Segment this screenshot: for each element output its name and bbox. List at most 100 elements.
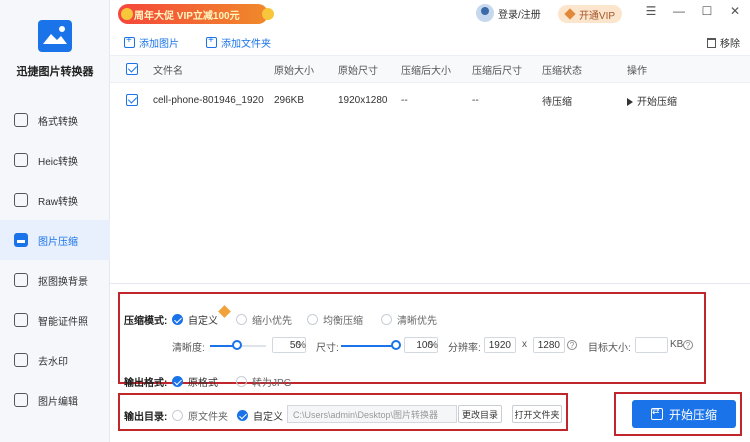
menu-icon[interactable]: ☰ [642, 4, 660, 18]
sidebar-item-label: Raw转换 [38, 196, 79, 208]
remove-button[interactable]: 移除 [707, 35, 740, 50]
size-slider-handle[interactable] [391, 340, 401, 350]
sidebar-item-format[interactable]: 格式转换 [0, 100, 110, 140]
help-icon[interactable]: ? [567, 340, 577, 350]
close-icon[interactable]: ✕ [726, 4, 744, 18]
radio-icon [307, 314, 318, 325]
sidebar-item-label: 格式转换 [38, 116, 78, 128]
sidebar-item-heic[interactable]: Heic转换 [0, 140, 110, 180]
cell-filename: cell-phone-801946_1920 [153, 94, 264, 106]
promo-text: 周年大促 VIP立减100元 [134, 10, 240, 22]
mode-small-radio[interactable]: 缩小优先 [236, 312, 292, 327]
format-original-radio[interactable]: 原格式 [172, 374, 218, 389]
resolution-label: 分辨率: [448, 343, 481, 354]
target-size-unit: KB [670, 339, 684, 350]
mode-balance-radio[interactable]: 均衡压缩 [307, 312, 363, 327]
watermark-icon [14, 353, 28, 367]
row-start-button[interactable]: 开始压缩 [627, 93, 677, 108]
vip-text: 开通VIP [578, 10, 616, 22]
open-folder-button[interactable]: 打开文件夹 [512, 405, 562, 423]
cell-orig-size: 296KB [274, 94, 305, 106]
sidebar-nav: 格式转换 Heic转换 Raw转换 图片压缩 抠图换背景 智能证件照 去水印 图… [0, 100, 110, 420]
output-format-label: 输出格式: [124, 374, 167, 389]
clarity-slider-handle[interactable] [232, 340, 242, 350]
compress-icon [14, 233, 28, 247]
add-image-button[interactable]: 添加图片 [124, 35, 179, 50]
table-row[interactable]: cell-phone-801946_1920 296KB 1920x1280 -… [110, 86, 750, 114]
size-pct: % [429, 340, 438, 351]
app-name: 迅捷图片转换器 [16, 66, 94, 78]
vip-button[interactable]: 开通VIP [558, 5, 622, 23]
res-height-input[interactable]: 1280 [533, 337, 565, 353]
sidebar-item-label: 图片编辑 [38, 396, 78, 408]
start-compress-button[interactable]: 开始压缩 [632, 400, 736, 428]
row-checkbox[interactable] [126, 94, 138, 106]
maximize-icon[interactable]: ☐ [698, 4, 716, 18]
cell-new-dims: -- [472, 94, 479, 106]
sidebar-item-cutout[interactable]: 抠图换背景 [0, 260, 110, 300]
format-jpg-radio[interactable]: 转为JPG [236, 374, 291, 389]
avatar-icon [476, 4, 494, 22]
add-folder-button[interactable]: 添加文件夹 [206, 35, 271, 50]
coin-icon [262, 8, 274, 20]
promo-banner[interactable]: 周年大促 VIP立减100元 [118, 4, 274, 24]
res-width-input[interactable]: 1920 [484, 337, 516, 353]
radio-checked-icon [172, 376, 183, 387]
play-icon [627, 97, 633, 106]
raw-icon [14, 193, 28, 207]
target-size-label: 目标大小: [588, 343, 631, 354]
minimize-icon[interactable]: — [670, 4, 688, 18]
help-icon[interactable]: ? [683, 340, 693, 350]
clarity-label: 清晰度: [172, 343, 205, 354]
cell-orig-dims: 1920x1280 [338, 94, 388, 106]
add-folder-icon [206, 35, 217, 48]
coin-icon [121, 8, 133, 20]
radio-icon [381, 314, 392, 325]
login-link[interactable]: 登录/注册 [476, 4, 541, 22]
sidebar-item-id-photo[interactable]: 智能证件照 [0, 300, 110, 340]
sidebar-item-raw[interactable]: Raw转换 [0, 180, 110, 220]
output-format-text: 输出格式: [124, 378, 168, 389]
sidebar-item-label: 抠图换背景 [38, 276, 88, 288]
compress-mode-text: 压缩模式: [124, 316, 168, 327]
title-bar: 周年大促 VIP立减100元 登录/注册 开通VIP ☰ — ☐ ✕ [110, 0, 750, 30]
dir-original-label: 原文件夹 [188, 412, 228, 423]
sidebar-item-label: Heic转换 [38, 156, 79, 168]
radio-checked-icon [237, 410, 248, 421]
mode-clear-radio[interactable]: 清晰优先 [381, 312, 437, 327]
target-size-input[interactable] [635, 337, 668, 353]
dir-custom-radio[interactable]: 自定义 [237, 408, 283, 423]
mode-balance-label: 均衡压缩 [323, 316, 363, 327]
mode-custom-radio[interactable]: 自定义 [172, 312, 218, 327]
change-dir-button[interactable]: 更改目录 [458, 405, 502, 423]
output-dir-label: 输出目录: [124, 408, 167, 423]
heic-icon [14, 153, 28, 167]
output-path-input[interactable]: C:\Users\admin\Desktop\图片转换器 [287, 405, 457, 423]
select-all-checkbox[interactable] [126, 63, 138, 75]
res-x-label: x [522, 339, 527, 350]
radio-checked-icon [172, 314, 183, 325]
header-orig-size: 原始大小 [274, 65, 314, 77]
dir-custom-label: 自定义 [253, 412, 283, 423]
radio-icon [236, 314, 247, 325]
header-filename: 文件名 [153, 65, 183, 77]
sidebar-item-compress[interactable]: 图片压缩 [0, 220, 110, 260]
compress-mode-label: 压缩模式: [124, 312, 167, 327]
cutout-icon [14, 273, 28, 287]
toolbar: 添加图片 添加文件夹 移除 [110, 30, 750, 54]
add-folder-label: 添加文件夹 [221, 39, 271, 50]
app-logo [38, 20, 72, 52]
table-header: 文件名 原始大小 原始尺寸 压缩后大小 压缩后尺寸 压缩状态 操作 [110, 55, 750, 83]
sidebar-item-edit[interactable]: 图片编辑 [0, 380, 110, 420]
dir-original-radio[interactable]: 原文件夹 [172, 408, 228, 423]
remove-label: 移除 [720, 39, 740, 50]
mode-clear-label: 清晰优先 [397, 316, 437, 327]
cell-status: 待压缩 [542, 96, 572, 108]
trash-icon [707, 37, 716, 48]
sidebar: 迅捷图片转换器 格式转换 Heic转换 Raw转换 图片压缩 抠图换背景 智能证… [0, 0, 110, 442]
header-new-size: 压缩后大小 [401, 65, 451, 77]
radio-icon [172, 410, 183, 421]
add-image-label: 添加图片 [139, 39, 179, 50]
sidebar-item-label: 图片压缩 [38, 236, 78, 248]
sidebar-item-watermark[interactable]: 去水印 [0, 340, 110, 380]
